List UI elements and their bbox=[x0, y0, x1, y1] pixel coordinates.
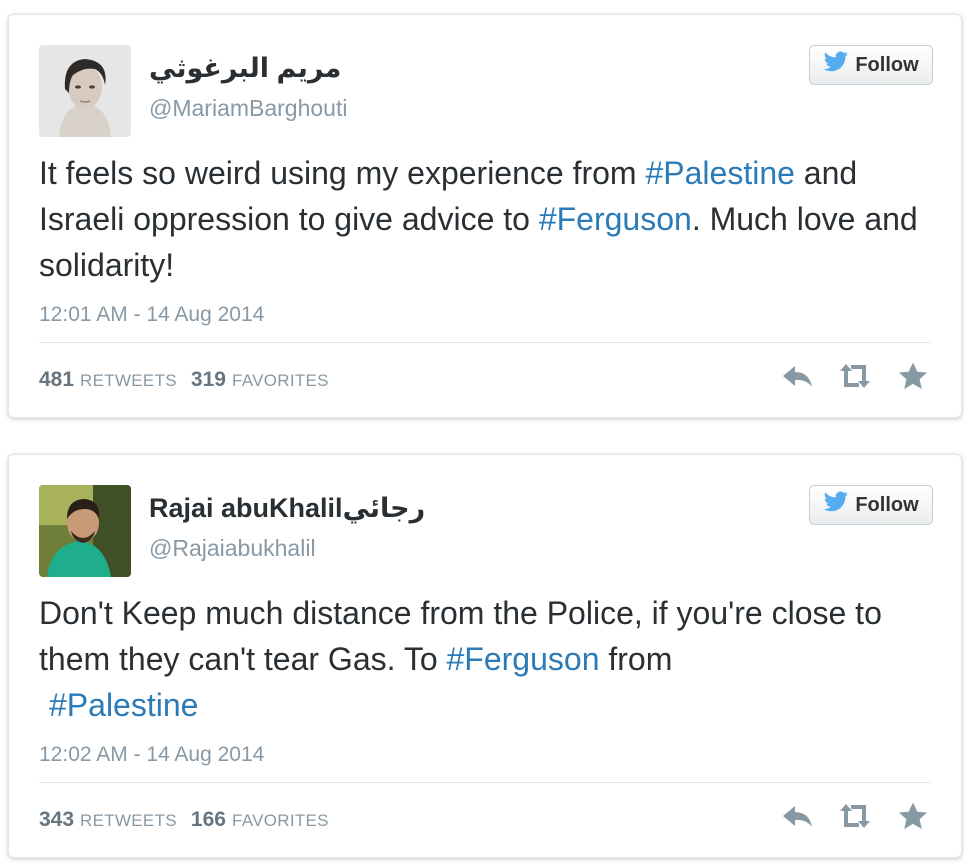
user-handle[interactable]: @Rajaiabukhalil bbox=[149, 535, 316, 562]
tweet-text: Don't Keep much distance from the Police… bbox=[39, 590, 931, 728]
retweets-stat[interactable]: 481 RETWEETS bbox=[39, 368, 177, 392]
user-handle[interactable]: @MariamBarghouti bbox=[149, 95, 347, 122]
hashtag-link[interactable]: #Ferguson bbox=[447, 641, 600, 677]
bird-icon bbox=[823, 491, 849, 519]
hashtag-link[interactable]: #Palestine bbox=[645, 155, 794, 191]
tweet-card: Rajai abuKhalilرجائي @Rajaiabukhalil Fol… bbox=[8, 454, 962, 858]
follow-label: Follow bbox=[855, 53, 919, 76]
tweet-timestamp[interactable]: 12:01 AM - 14 Aug 2014 bbox=[39, 303, 264, 327]
favorites-count: 319 bbox=[190, 368, 226, 391]
display-name[interactable]: مريم البرغوثي bbox=[149, 53, 341, 84]
favorites-label: FAVORITES bbox=[231, 811, 329, 830]
hashtag-link[interactable]: #Palestine bbox=[49, 687, 198, 723]
tweet-timestamp[interactable]: 12:02 AM - 14 Aug 2014 bbox=[39, 743, 264, 767]
retweet-icon[interactable] bbox=[837, 801, 873, 831]
divider bbox=[39, 782, 931, 783]
favorites-stat[interactable]: 319 FAVORITES bbox=[191, 368, 329, 392]
reply-icon[interactable] bbox=[779, 801, 815, 831]
hashtag-link[interactable]: #Ferguson bbox=[539, 201, 692, 237]
tweet-stats: 343 RETWEETS 166 FAVORITES bbox=[39, 808, 329, 832]
display-name[interactable]: Rajai abuKhalilرجائي bbox=[149, 493, 425, 524]
follow-label: Follow bbox=[855, 493, 919, 516]
favorite-star-icon[interactable] bbox=[895, 801, 931, 831]
favorites-count: 166 bbox=[190, 808, 226, 831]
avatar[interactable] bbox=[39, 45, 131, 137]
retweets-stat[interactable]: 343 RETWEETS bbox=[39, 808, 177, 832]
retweets-label: RETWEETS bbox=[80, 371, 177, 390]
favorites-label: FAVORITES bbox=[231, 371, 329, 390]
tweet-stats: 481 RETWEETS 319 FAVORITES bbox=[39, 368, 329, 392]
tweet-actions bbox=[779, 361, 931, 391]
reply-icon[interactable] bbox=[779, 361, 815, 391]
favorite-star-icon[interactable] bbox=[895, 361, 931, 391]
follow-button[interactable]: Follow bbox=[809, 485, 933, 525]
retweets-count: 343 bbox=[39, 808, 75, 831]
tweet-text: It feels so weird using my experience fr… bbox=[39, 150, 931, 288]
text-segment: It feels so weird using my experience fr… bbox=[39, 155, 646, 191]
bird-icon bbox=[823, 51, 849, 79]
favorites-stat[interactable]: 166 FAVORITES bbox=[191, 808, 329, 832]
retweets-count: 481 bbox=[39, 368, 75, 391]
tweet-card: مريم البرغوثي @MariamBarghouti Follow It… bbox=[8, 14, 962, 418]
retweet-icon[interactable] bbox=[837, 361, 873, 391]
tweet-actions bbox=[779, 801, 931, 831]
retweets-label: RETWEETS bbox=[80, 811, 177, 830]
text-segment: from bbox=[599, 641, 673, 677]
divider bbox=[39, 342, 931, 343]
follow-button[interactable]: Follow bbox=[809, 45, 933, 85]
avatar[interactable] bbox=[39, 485, 131, 577]
